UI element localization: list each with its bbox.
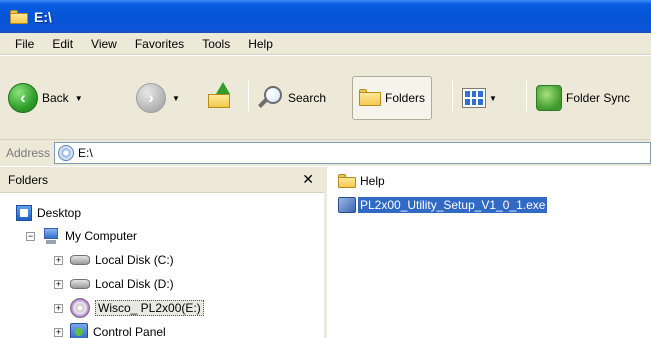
tree-item-label: My Computer	[65, 229, 138, 243]
desktop-icon	[16, 205, 32, 221]
folders-pane-header: Folders ✕	[0, 167, 324, 193]
tree-item-my-computer[interactable]: − My Computer	[26, 225, 137, 247]
toolbar-separator	[452, 81, 453, 111]
search-icon	[258, 85, 284, 111]
expand-icon[interactable]: +	[54, 303, 63, 313]
file-list: Help PL2x00_Utility_Setup_V1_0_1.exe	[330, 167, 651, 338]
folders-pane-title: Folders	[8, 172, 49, 187]
drive-icon	[58, 145, 75, 161]
installer-icon	[338, 197, 356, 213]
tree-item-control-panel[interactable]: + Control Panel	[54, 321, 166, 338]
views-icon	[462, 88, 486, 108]
views-dropdown-icon[interactable]: ▼	[489, 94, 497, 103]
tree-item-desktop[interactable]: Desktop	[16, 202, 81, 224]
computer-icon	[42, 227, 60, 245]
folder-icon	[338, 174, 356, 188]
folder-sync-button[interactable]: Folder Sync	[536, 78, 651, 118]
address-bar: Address E:\	[0, 140, 651, 166]
menu-edit[interactable]: Edit	[43, 37, 82, 51]
views-button[interactable]: ▼	[462, 78, 497, 118]
up-folder-icon	[208, 82, 230, 110]
hard-disk-icon	[70, 279, 90, 289]
menu-view[interactable]: View	[82, 37, 126, 51]
address-value: E:\	[78, 146, 93, 160]
expand-icon[interactable]: +	[54, 327, 63, 337]
back-arrow-icon: ‹	[8, 83, 38, 113]
hard-disk-icon	[70, 255, 90, 265]
tree-item-wisco-drive[interactable]: + Wisco_ PL2x00(E:)	[54, 297, 204, 319]
file-item-label: Help	[360, 174, 385, 188]
cd-drive-icon	[70, 298, 90, 318]
back-button[interactable]: ‹ Back ▼	[8, 78, 83, 118]
menu-help[interactable]: Help	[239, 37, 282, 51]
back-label: Back	[42, 91, 69, 105]
forward-dropdown-icon[interactable]: ▼	[172, 94, 180, 103]
tree-item-local-disk-c[interactable]: + Local Disk (C:)	[54, 249, 174, 271]
tree-item-label: Local Disk (D:)	[95, 277, 174, 291]
toolbar-separator	[526, 81, 527, 111]
control-panel-icon	[70, 323, 88, 338]
file-item-help-folder[interactable]: Help	[338, 171, 387, 191]
tree-item-label: Wisco_ PL2x00(E:)	[95, 300, 204, 316]
expand-icon[interactable]: +	[54, 279, 63, 289]
expand-icon[interactable]: +	[54, 255, 63, 265]
folder-icon	[10, 9, 28, 24]
search-label: Search	[288, 91, 327, 105]
folder-sync-icon	[536, 85, 562, 111]
menu-file[interactable]: File	[6, 37, 43, 51]
forward-arrow-icon: ›	[136, 83, 166, 113]
toolbar: ‹ Back ▼ › ▼ Search Folders ▼ Folder Syn…	[0, 56, 651, 140]
folders-button[interactable]: Folders	[352, 76, 433, 120]
forward-button[interactable]: › ▼	[136, 78, 180, 118]
up-folder-button[interactable]	[208, 76, 230, 116]
window-title: E:\	[34, 8, 52, 25]
address-input[interactable]: E:\	[54, 142, 651, 164]
tree-item-label: Local Disk (C:)	[95, 253, 174, 267]
folders-pane: Folders ✕ Desktop − My Computer + Local …	[0, 167, 327, 338]
folder-sync-label: Folder Sync	[566, 91, 631, 105]
folders-label: Folders	[385, 91, 426, 105]
file-item-setup-exe[interactable]: PL2x00_Utility_Setup_V1_0_1.exe	[338, 195, 548, 215]
close-icon[interactable]: ✕	[302, 172, 314, 188]
search-button[interactable]: Search	[258, 78, 326, 118]
collapse-icon[interactable]: −	[26, 231, 35, 241]
tree-item-label: Desktop	[37, 206, 82, 220]
file-item-label: PL2x00_Utility_Setup_V1_0_1.exe	[358, 197, 548, 213]
menu-favorites[interactable]: Favorites	[126, 37, 193, 51]
menu-bar: File Edit View Favorites Tools Help	[0, 33, 651, 55]
toolbar-separator	[248, 81, 249, 111]
menu-tools[interactable]: Tools	[193, 37, 239, 51]
back-dropdown-icon[interactable]: ▼	[75, 94, 83, 103]
address-label: Address	[6, 146, 51, 160]
title-bar[interactable]: E:\	[0, 0, 651, 33]
tree-item-label: Control Panel	[93, 325, 166, 338]
tree-item-local-disk-d[interactable]: + Local Disk (D:)	[54, 273, 174, 295]
folders-icon	[359, 89, 381, 107]
